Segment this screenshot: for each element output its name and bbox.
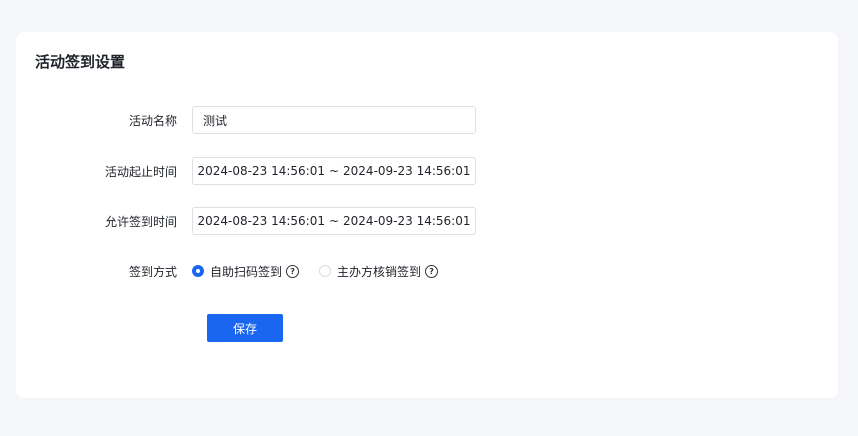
radio-self-scan-label: 自助扫码签到 (210, 264, 283, 279)
question-icon[interactable]: ? (425, 264, 439, 278)
checkin-time-label: 允许签到时间 (104, 214, 177, 229)
radio-organizer-verify-label: 主办方核销签到 (337, 264, 422, 279)
activity-name-row: 活动名称 测试 (16, 105, 838, 135)
range-separator: ~ (328, 214, 340, 228)
activity-name-input[interactable]: 测试 (192, 106, 476, 134)
activity-time-label: 活动起止时间 (104, 164, 177, 179)
radio-self-scan[interactable]: 自助扫码签到 ? (192, 263, 300, 280)
save-button[interactable]: 保存 (207, 314, 283, 342)
question-icon[interactable]: ? (286, 264, 300, 278)
activity-time-range-picker[interactable]: 2024-08-23 14:56:01 ~ 2024-09-23 14:56:0… (192, 157, 476, 185)
activity-time-row: 活动起止时间 2024-08-23 14:56:01 ~ 2024-09-23 … (16, 156, 838, 186)
checkin-start-time: 2024-08-23 14:56:01 (197, 214, 325, 228)
settings-card: 活动签到设置 活动名称 测试 活动起止时间 2024-08-23 14:56:0… (16, 32, 838, 398)
checkin-method-radio-group: 自助扫码签到 ? 主办方核销签到 ? (192, 263, 458, 280)
checkin-method-label: 签到方式 (128, 264, 177, 279)
checkin-time-row: 允许签到时间 2024-08-23 14:56:01 ~ 2024-09-23 … (16, 206, 838, 236)
checkin-end-time: 2024-09-23 14:56:01 (343, 214, 471, 228)
radio-unchecked-icon (319, 265, 332, 277)
radio-checked-icon (192, 265, 204, 277)
checkin-time-range-picker[interactable]: 2024-08-23 14:56:01 ~ 2024-09-23 14:56:0… (192, 207, 476, 235)
page-title: 活动签到设置 (35, 53, 126, 71)
activity-start-time: 2024-08-23 14:56:01 (197, 164, 325, 178)
activity-end-time: 2024-09-23 14:56:01 (343, 164, 471, 178)
radio-organizer-verify[interactable]: 主办方核销签到 ? (319, 263, 439, 280)
checkin-method-row: 签到方式 自助扫码签到 ? 主办方核销签到 ? (16, 256, 838, 286)
range-separator: ~ (328, 164, 340, 178)
activity-name-label: 活动名称 (128, 113, 177, 128)
